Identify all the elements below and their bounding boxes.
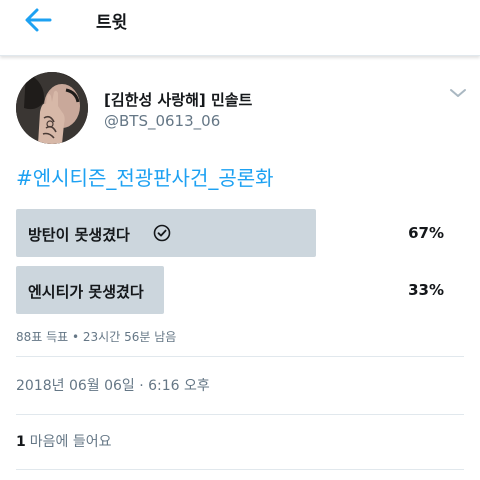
poll-option-label: 엔시티가 못생겼다 [28,283,144,301]
arrow-left-icon [25,8,52,32]
tweet-hashtag-link[interactable]: #엔시티즌_전광판사건_공론화 [16,162,274,191]
poll-option-label: 방탄이 못생겼다 [28,226,130,244]
chevron-down-icon [450,89,466,97]
avatar-photo [16,72,88,144]
top-bar: 트윗 [0,0,480,56]
divider [16,414,464,415]
tweet-menu-button[interactable] [446,84,470,102]
likes-count: 1 [16,434,26,450]
avatar[interactable] [16,72,88,144]
poll-option-percent: 33% [408,281,444,299]
tweet-timestamp[interactable]: 2018년 06월 06일 · 6:16 오후 [16,375,210,395]
poll-option-2[interactable]: 엔시티가 못생겼다 33% [16,266,464,314]
likes-label: 마음에 들어요 [29,434,112,450]
check-circle-icon [152,223,172,243]
poll-option-percent: 67% [408,224,444,242]
poll-option-1[interactable]: 방탄이 못생겼다 67% [16,209,464,257]
author-handle[interactable]: @BTS_0613_06 [104,112,220,130]
page-title: 트윗 [96,13,128,33]
poll-meta: 88표 득표 • 23시간 56분 남음 [16,330,177,344]
divider [16,469,464,470]
likes-count-link[interactable]: 1 마음에 들어요 [16,431,111,451]
back-button[interactable] [20,6,56,34]
divider [16,356,464,357]
author-display-name[interactable]: [김한성 사랑해] 민솔트 [104,89,252,110]
